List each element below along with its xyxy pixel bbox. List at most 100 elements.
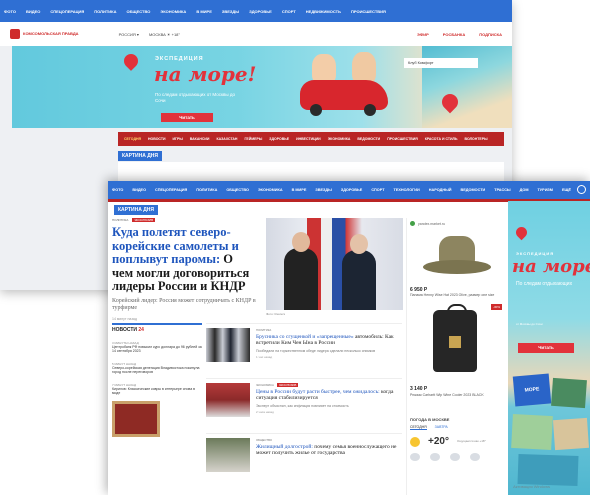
news-text: Кирилов: Классические ковры в интерьере … (112, 386, 195, 395)
nav-item[interactable]: ПОЛИТИКА (94, 9, 116, 14)
story-card[interactable]: ОБЩЕСТВО Жилищный долгострой: почему сем… (206, 433, 402, 488)
story-card[interactable]: ЭКОНОМИКА ЭКСКЛЮЗИВ Цены в России будут … (206, 378, 402, 433)
nav-item[interactable]: ЭКОНОМИКА (160, 9, 186, 14)
promo-banner[interactable]: ЭКСПЕДИЦИЯ на море! По следам отдыхающих… (12, 46, 512, 128)
nav-item[interactable]: НЕДВИЖИМОСТЬ (306, 9, 341, 14)
news-item[interactable]: 5 МИНУТ НАЗАД Северо-корейская делегация… (112, 362, 202, 375)
nav-item[interactable]: ЭКОНОМИКА (258, 188, 283, 192)
news-item[interactable]: 7 МИНУТ НАЗАД Кирилов: Классические ковр… (112, 383, 202, 396)
tab-tomorrow[interactable]: ЗАВТРА (435, 425, 448, 430)
product-name[interactable]: Рюкзак Carhartt Wip Wine Cooler 2023 BLA… (410, 393, 502, 397)
news-feed: НОВОСТИ 24 3 МИНУТЫ НАЗАД Центробанк РФ … (112, 323, 202, 495)
nav-item[interactable]: ФОТО (4, 9, 16, 14)
tab-today[interactable]: СЕГОДНЯ (410, 425, 427, 430)
story-thumbnail[interactable] (206, 383, 250, 417)
section-item[interactable]: ВАКАНСИИ (190, 137, 210, 141)
story-thumbnail[interactable] (206, 438, 250, 472)
nav-item[interactable]: ВИДЕО (132, 188, 146, 192)
header-link[interactable]: ЭФИР (417, 32, 429, 37)
region-selector[interactable]: РОССИЯ ▾ (119, 32, 139, 37)
search-icon[interactable] (577, 185, 586, 194)
sun-icon (410, 436, 420, 447)
section-item[interactable]: ИНВЕСТИЦИИ (296, 137, 321, 141)
banner-read-button[interactable]: Читать (161, 113, 213, 122)
nav-item[interactable]: ФОТО (112, 188, 123, 192)
nav-item[interactable]: ЗДОРОВЬЕ (249, 9, 272, 14)
nav-item[interactable]: ТЕХНОЛОГИИ (394, 188, 420, 192)
screenshot-stage: ФОТО ВИДЕО СПЕЦОПЕРАЦИЯ ПОЛИТИКА ОБЩЕСТВ… (0, 0, 590, 495)
nav-item[interactable]: ТРАССЫ (494, 188, 510, 192)
lead-description: Корейский лидер: Россия может сотруднича… (112, 297, 256, 311)
lead-photo[interactable] (266, 218, 403, 310)
news-item[interactable]: 3 МИНУТЫ НАЗАД Центробанк РФ повысил кур… (112, 341, 202, 354)
story-headline[interactable]: Брусника со сгущенкой и «запрещенные» ав… (256, 334, 402, 347)
nav-item[interactable]: СПОРТ (282, 9, 296, 14)
story-tags: ЭКОНОМИКА ЭКСКЛЮЗИВ (256, 383, 402, 387)
nav-item[interactable]: ТУРИЗМ (537, 188, 552, 192)
section-item[interactable]: ИГРЫ (173, 137, 183, 141)
story-thumbnail[interactable] (206, 328, 250, 362)
side-ad-banner[interactable]: ЭКСПЕДИЦИЯ на море По следам отдыхающих … (508, 201, 590, 495)
rubric-tag[interactable]: ОБЩЕСТВО (256, 438, 272, 442)
nav-item[interactable]: ЕЩЁ (562, 188, 571, 192)
section-item[interactable]: КРАСОТА И СТИЛЬ (425, 137, 458, 141)
site-logo[interactable]: КОМСОМОЛЬСКАЯ ПРАВДА (10, 29, 79, 39)
market-header[interactable]: yandex.market.ru (407, 218, 504, 229)
nav-item[interactable]: В МИРЕ (196, 9, 212, 14)
section-item[interactable]: ВОЛОНТЕРЫ (465, 137, 488, 141)
backpack-product-image[interactable] (433, 304, 477, 372)
site-header: КОМСОМОЛЬСКАЯ ПРАВДА РОССИЯ ▾ МОСКВА ☀ +… (0, 22, 512, 46)
rubric-tag[interactable]: ЭКОНОМИКА (256, 383, 274, 387)
story-feed: ПОЛИТИКА Брусника со сгущенкой и «запрещ… (206, 323, 402, 495)
nav-item[interactable]: ДОМ (520, 188, 529, 192)
section-menu-back: СЕГОДНЯ НОВОСТИ ИГРЫ ВАКАНСИИ КАЗАХСТАН … (118, 132, 504, 146)
ad-title: на море (512, 256, 590, 277)
nav-item[interactable]: СПОРТ (371, 188, 384, 192)
product-name[interactable]: Панама Henny Wise Hat 2023 Olive, размер… (407, 293, 504, 297)
nav-item[interactable]: ЗВЕЗДЫ (222, 9, 239, 14)
header-link[interactable]: ПОДПИСКА (479, 32, 502, 37)
os-watermark: Активация Windows (513, 484, 550, 489)
lead-headline[interactable]: Куда полетят северо-корейские самолеты и… (112, 225, 257, 294)
nav-item[interactable]: ПОЛИТИКА (196, 188, 217, 192)
section-item[interactable]: ЭКОНОМИКА (328, 137, 351, 141)
weather-current: +20° Ощущается как +18° (407, 430, 505, 453)
hat-product-image[interactable] (421, 232, 493, 282)
section-item[interactable]: КАЗАХСТАН (216, 137, 237, 141)
nav-item[interactable]: В МИРЕ (292, 188, 307, 192)
story-card[interactable]: ПОЛИТИКА Брусника со сгущенкой и «запрещ… (206, 323, 402, 378)
section-item[interactable]: СЕГОДНЯ (124, 137, 141, 141)
nav-item[interactable]: ОБЩЕСТВО (226, 188, 249, 192)
carpet-image[interactable] (112, 401, 160, 438)
rubric-tag[interactable]: ПОЛИТИКА (256, 328, 271, 332)
nav-item[interactable]: СПЕЦОПЕРАЦИЯ (50, 9, 84, 14)
nav-item[interactable]: ВЕДОМОСТИ (461, 188, 486, 192)
nav-item[interactable]: ЗВЕЗДЫ (315, 188, 331, 192)
product-price[interactable]: 3 140 Р (410, 386, 427, 392)
nav-item[interactable]: ПРОИСШЕСТВИЯ (351, 9, 386, 14)
story-headline[interactable]: Цены в России будут расти быстрее, чем о… (256, 389, 402, 402)
weather-title[interactable]: ПОГОДА В МОСКВЕ (407, 414, 505, 425)
ad-subtitle: По следам отдыхающих (516, 281, 573, 287)
nav-item[interactable]: ВИДЕО (26, 9, 40, 14)
discount-badge: -30% (490, 304, 502, 310)
lead-story[interactable]: ПОЛИТИКА ЭКСКЛЮЗИВ Куда полетят северо-к… (112, 218, 403, 321)
story-body: ОБЩЕСТВО Жилищный долгострой: почему сем… (256, 438, 402, 484)
story-headline-highlight: Брусника со сгущенкой и «запрещенные» (256, 334, 354, 340)
header-link[interactable]: РОСБАНКА (443, 32, 465, 37)
section-item[interactable]: ПРОИСШЕСТВИЯ (387, 137, 418, 141)
section-item[interactable]: ВЕДОМОСТИ (357, 137, 380, 141)
section-item[interactable]: ЗДОРОВЬЕ (269, 137, 289, 141)
section-item[interactable]: ГЕЙМЕРЫ (244, 137, 262, 141)
story-headline[interactable]: Жилищный долгострой: почему семья военно… (256, 444, 402, 457)
news-title[interactable]: НОВОСТИ 24 (112, 323, 202, 333)
weather-mini[interactable]: МОСКВА ☀ +18° (149, 32, 180, 37)
nav-item[interactable]: ОБЩЕСТВО (127, 9, 151, 14)
nav-item[interactable]: ЗДОРОВЬЕ (341, 188, 362, 192)
nav-item[interactable]: СПЕЦОПЕРАЦИЯ (155, 188, 187, 192)
nav-item[interactable]: НАРОДНЫЙ (429, 188, 452, 192)
ad-read-button[interactable]: Читать (518, 343, 574, 353)
rubric-tag[interactable]: ПОЛИТИКА (112, 218, 128, 222)
person-figure (342, 234, 376, 310)
section-item[interactable]: НОВОСТИ (148, 137, 166, 141)
